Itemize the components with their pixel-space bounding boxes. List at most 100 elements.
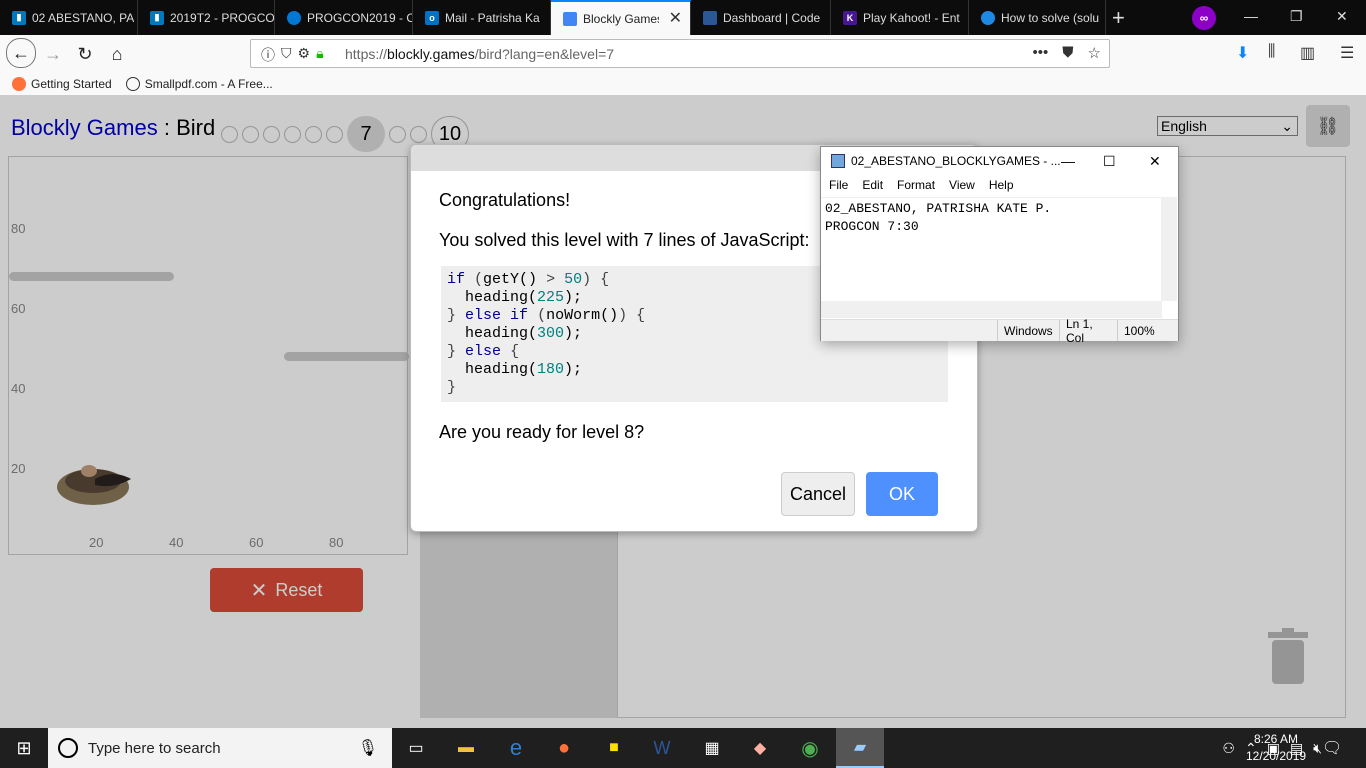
microphone-icon[interactable]: 🎙︎ (358, 738, 378, 758)
clock[interactable]: 8:26 AM 12/20/2019 (1246, 731, 1306, 765)
horizontal-scrollbar[interactable] (821, 301, 1162, 318)
menu-view[interactable]: View (949, 178, 975, 192)
blockly-icon (563, 11, 577, 26)
edge-icon[interactable]: e (500, 732, 532, 764)
outlook-icon: o (425, 10, 439, 25)
maximize-icon[interactable]: ☐ (1103, 153, 1116, 170)
taskbar: ⊞ Type here to search 🎙︎ ▭ ▬ e ● ■ W ▦ ◆… (0, 728, 1366, 768)
firefox-icon[interactable]: ● (548, 732, 580, 764)
url-host: blockly.games (387, 45, 475, 62)
notepad-titlebar[interactable]: 02_ABESTANO_BLOCKLYGAMES - ... — ☐ ✕ (821, 147, 1178, 175)
home-button[interactable]: ⌂ (104, 41, 130, 67)
kahoot-icon: K (843, 10, 857, 25)
url-bar[interactable]: ⓘ ⛉ ⚙ 🔒︎ https://blockly.games/bird?lang… (250, 39, 1110, 68)
search-placeholder: Type here to search (88, 739, 221, 757)
tab-label: Play Kahoot! - Ent (863, 10, 960, 25)
back-button[interactable]: ← (6, 38, 36, 68)
sidebar-icon[interactable]: ▥ (1300, 43, 1315, 63)
navigation-bar: ← → ↻ ⌂ ⓘ ⛉ ⚙ 🔒︎ https://blockly.games/b… (0, 35, 1366, 72)
menu-edit[interactable]: Edit (862, 178, 883, 192)
minimize-icon[interactable]: — (1061, 153, 1075, 169)
private-browsing-icon: ∞ (1192, 6, 1216, 30)
notepad-text-area[interactable]: 02_ABESTANO, PATRISHA KATE P. PROGCON 7:3… (821, 197, 1162, 301)
code-line: heading(180); (447, 361, 583, 378)
trello-icon: ▮ (12, 10, 26, 25)
tab-dashboard[interactable]: Dashboard | Code (691, 0, 831, 35)
onedrive-icon (287, 10, 301, 25)
cortana-icon (58, 738, 78, 758)
code-line: } (447, 379, 457, 396)
pocket-icon[interactable]: ⛊ (1062, 44, 1073, 62)
status-position: Ln 1, Col (1059, 317, 1117, 345)
tab-blockly-games[interactable]: Blockly Games ✕ (551, 0, 691, 35)
bookmark-getting-started[interactable]: Getting Started (12, 76, 112, 91)
taskbar-search[interactable]: Type here to search 🎙︎ (48, 728, 392, 768)
bookmark-label: Getting Started (31, 76, 112, 91)
permissions-icon[interactable]: ⚙ (298, 45, 311, 65)
forward-button[interactable]: → (40, 41, 66, 67)
tab-label: Blockly Games (583, 11, 659, 26)
info-icon[interactable]: ⓘ (261, 45, 275, 65)
tab-label: How to solve (solu (1001, 10, 1100, 25)
tab-bar: ▮ 02 ABESTANO, PA ▮ 2019T2 - PROGCO PROG… (0, 0, 1366, 35)
bookmark-smallpdf[interactable]: Smallpdf.com - A Free... (125, 76, 273, 91)
close-icon[interactable]: ✕ (1149, 153, 1161, 170)
tab-label: PROGCON2019 - O (307, 10, 412, 25)
close-window-icon[interactable]: ✕ (1336, 8, 1348, 25)
page-actions-icon[interactable]: ••• (1033, 44, 1049, 62)
generic-icon (981, 10, 995, 25)
menu-format[interactable]: Format (897, 178, 935, 192)
vertical-scrollbar[interactable] (1161, 197, 1177, 301)
tab-kahoot[interactable]: K Play Kahoot! - Ent (831, 0, 969, 35)
tab-trello-1[interactable]: ▮ 02 ABESTANO, PA (0, 0, 138, 35)
firefox-icon (12, 76, 26, 91)
restore-icon[interactable]: ❐ (1290, 8, 1303, 25)
notifications-icon[interactable]: 🗨︎ (1322, 738, 1342, 758)
bookmarks-toolbar: Getting Started Smallpdf.com - A Free... (0, 72, 1366, 96)
globe-icon (125, 76, 140, 91)
notepad-window: 02_ABESTANO_BLOCKLYGAMES - ... — ☐ ✕ Fil… (820, 146, 1179, 345)
notepad-taskbar-icon[interactable]: ▰ (836, 728, 884, 768)
cancel-button[interactable]: Cancel (781, 472, 855, 516)
dialog-question: Are you ready for level 8? (439, 422, 645, 442)
volume-muted-icon[interactable]: 🔇︎ (1313, 740, 1322, 757)
snip-icon[interactable]: ◆ (744, 732, 776, 764)
windows-start-icon[interactable]: ⊞ (0, 728, 48, 768)
file-explorer-icon[interactable]: ▬ (450, 732, 482, 764)
menu-icon[interactable]: ☰ (1340, 43, 1354, 63)
dialog-message: You solved this level with 7 lines of Ja… (439, 230, 810, 250)
people-icon[interactable]: ⚇ (1222, 740, 1235, 757)
download-icon[interactable]: ⬇ (1236, 43, 1249, 63)
shield-icon[interactable]: ⛉ (281, 45, 292, 65)
menu-help[interactable]: Help (989, 178, 1014, 192)
status-encoding: Windows (997, 320, 1059, 341)
tab-label: 02 ABESTANO, PA (32, 10, 135, 25)
lock-icon[interactable]: 🔒︎ (316, 45, 323, 65)
tab-onedrive[interactable]: PROGCON2019 - O (275, 0, 413, 35)
text-line: PROGCON 7:30 (825, 219, 919, 234)
bookmark-star-icon[interactable]: ☆ (1088, 44, 1101, 62)
reload-button[interactable]: ↻ (72, 41, 98, 67)
tab-mail[interactable]: o Mail - Patrisha Ka (413, 0, 551, 35)
chrome-icon[interactable]: ◉ (794, 732, 826, 764)
clock-time: 8:26 AM (1253, 732, 1299, 746)
sticky-notes-icon[interactable]: ■ (598, 732, 630, 764)
new-tab-icon[interactable]: + (1112, 5, 1125, 31)
url-prefix: https:// (345, 45, 388, 62)
minimize-icon[interactable]: — (1244, 8, 1258, 24)
notepad-icon (831, 154, 845, 168)
notepad-menubar: File Edit Format View Help (821, 175, 1178, 195)
menu-file[interactable]: File (829, 178, 848, 192)
calculator-icon[interactable]: ▦ (696, 732, 728, 764)
url-text[interactable]: https://blockly.games/bird?lang=en&level… (345, 46, 614, 62)
ok-button[interactable]: OK (866, 472, 938, 516)
close-tab-icon[interactable]: ✕ (669, 11, 682, 27)
tab-label: 2019T2 - PROGCO (170, 10, 274, 25)
code-line: } else { (447, 343, 520, 360)
code-icon (703, 10, 717, 25)
word-icon[interactable]: W (646, 732, 678, 764)
tab-trello-2[interactable]: ▮ 2019T2 - PROGCO (138, 0, 275, 35)
tab-how-to-solve[interactable]: How to solve (solu (969, 0, 1106, 35)
task-view-icon[interactable]: ▭ (400, 732, 432, 764)
library-icon[interactable]: ⫼ (1268, 43, 1275, 61)
